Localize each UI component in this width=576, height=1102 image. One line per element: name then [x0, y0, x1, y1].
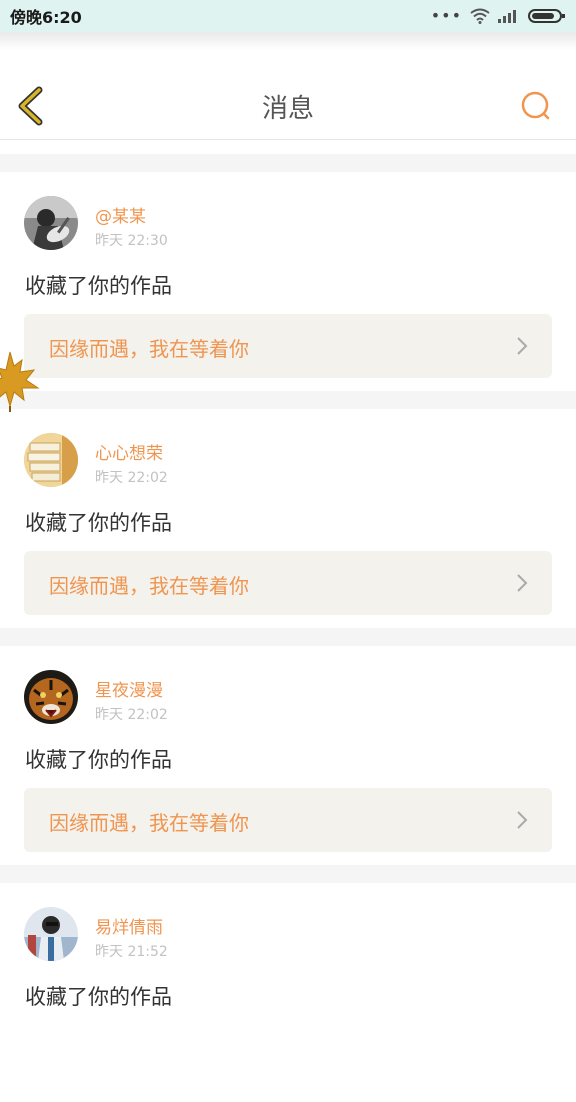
- wifi-icon: [470, 8, 490, 24]
- more-dots-icon: •••: [430, 6, 462, 25]
- action-text: 收藏了你的作品: [25, 274, 172, 298]
- username[interactable]: 星夜漫漫: [95, 676, 163, 701]
- signal-icon: [498, 10, 516, 23]
- action-text: 收藏了你的作品: [25, 511, 172, 535]
- action-text: 收藏了你的作品: [25, 748, 172, 772]
- work-link[interactable]: 因缘而遇，我在等着你: [24, 551, 552, 615]
- header-shadow: [0, 32, 576, 50]
- search-icon: [521, 91, 550, 120]
- work-link[interactable]: 因缘而遇，我在等着你: [24, 788, 552, 852]
- battery-icon: [528, 9, 565, 23]
- work-title: 因缘而遇，我在等着你: [49, 337, 249, 361]
- message-item[interactable]: @某某 昨天 22:30 收藏了你的作品 因缘而遇，我在等着你: [0, 172, 576, 391]
- status-bar: 傍晚6:20 •••: [0, 0, 576, 32]
- chevron-right-icon: [517, 811, 528, 829]
- clock: 傍晚6:20: [10, 8, 82, 27]
- timestamp: 昨天 22:30: [95, 233, 168, 249]
- avatar-tiger[interactable]: [24, 670, 78, 724]
- chevron-right-icon: [517, 337, 528, 355]
- divider: [0, 628, 576, 646]
- work-link[interactable]: 因缘而遇，我在等着你: [24, 314, 552, 378]
- message-list: @某某 昨天 22:30 收藏了你的作品 因缘而遇，我在等着你 心心想荣 昨天 …: [0, 154, 576, 1102]
- timestamp: 昨天 22:02: [95, 707, 168, 723]
- chevron-right-icon: [517, 574, 528, 592]
- message-item[interactable]: 易烊倩雨 昨天 21:52 收藏了你的作品: [0, 883, 576, 1102]
- work-title: 因缘而遇，我在等着你: [49, 811, 249, 835]
- divider: [0, 391, 576, 409]
- avatar-person[interactable]: [24, 907, 78, 961]
- message-item[interactable]: 心心想荣 昨天 22:02 收藏了你的作品 因缘而遇，我在等着你: [0, 409, 576, 628]
- search-button[interactable]: [518, 88, 554, 124]
- timestamp: 昨天 21:52: [95, 944, 168, 960]
- page-title: 消息: [261, 94, 314, 124]
- status-icons: •••: [431, 8, 566, 24]
- message-item[interactable]: 星夜漫漫 昨天 22:02 收藏了你的作品 因缘而遇，我在等着你: [0, 646, 576, 865]
- avatar-guitar[interactable]: [24, 196, 78, 250]
- timestamp: 昨天 22:02: [95, 470, 168, 486]
- action-text: 收藏了你的作品: [25, 985, 172, 1009]
- username[interactable]: 心心想荣: [95, 439, 163, 464]
- nav-bar: 消息: [0, 50, 576, 140]
- divider: [0, 865, 576, 883]
- maple-leaf-icon: [0, 351, 40, 412]
- username[interactable]: @某某: [95, 202, 146, 227]
- username[interactable]: 易烊倩雨: [95, 913, 163, 938]
- work-title: 因缘而遇，我在等着你: [49, 574, 249, 598]
- divider: [0, 154, 576, 172]
- avatar-books[interactable]: [24, 433, 78, 487]
